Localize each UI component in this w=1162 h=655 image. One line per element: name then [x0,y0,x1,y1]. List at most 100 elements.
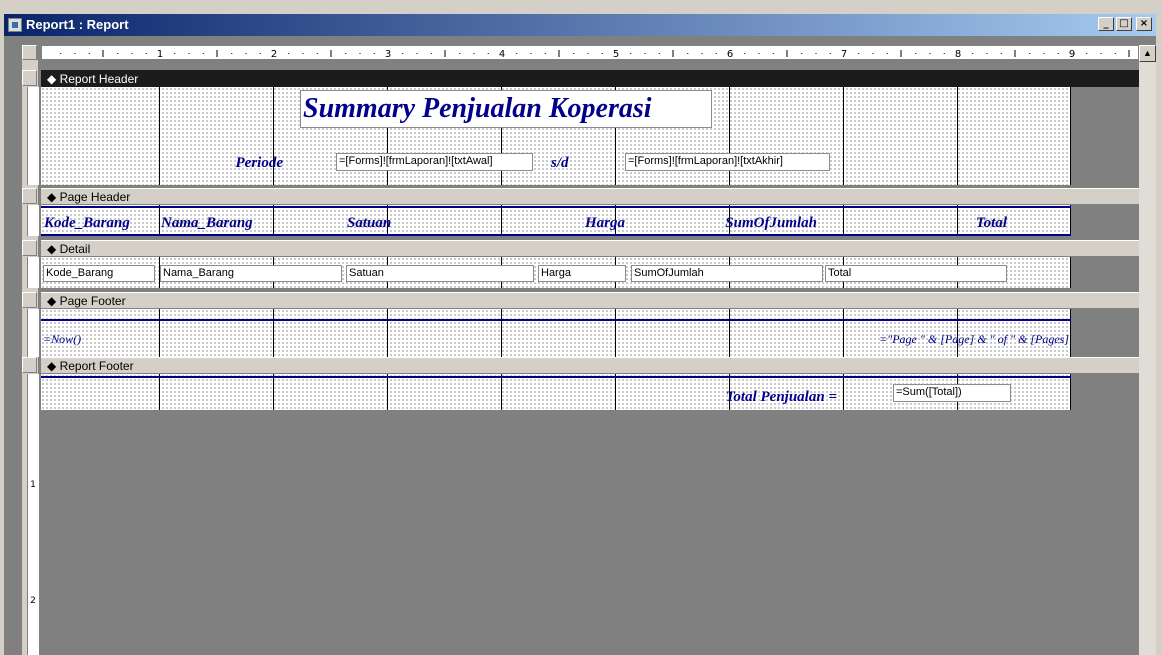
report-header-selector[interactable] [22,70,37,86]
end-date-field[interactable]: =[Forms]![frmLaporan]![txtAkhir] [625,153,830,171]
ruler-dot [644,53,646,54]
ruler-dot [145,53,147,54]
page-number-field[interactable]: ="Page " & [Page] & " of " & [Pages] [691,331,1069,347]
grid-line [159,309,160,357]
grid-line [957,87,958,185]
total-penjualan-label[interactable]: Total Penjualan = [691,387,837,407]
now-field[interactable]: =Now() [43,331,155,347]
section-arrow-icon: ◆ [47,72,60,86]
minimize-button[interactable]: _ [1098,17,1114,31]
ruler-number: 3 [385,49,391,60]
grid-line [615,374,616,410]
grid-line [843,374,844,410]
report-selector[interactable] [22,45,37,60]
sd-label[interactable]: s/d [551,153,585,173]
report-header-bar[interactable]: ◆ Report Header [41,70,1139,87]
report-footer-bar[interactable]: ◆ Report Footer [41,357,1139,374]
detail-label: Detail [59,242,91,256]
periode-label[interactable]: Periode [219,153,283,173]
page-header-bar[interactable]: ◆ Page Header [41,188,1139,205]
scroll-up-arrow-icon[interactable]: ▲ [1139,45,1156,62]
vertical-ruler-segment: 1 2 [27,374,39,655]
col-header-sumofjumlah[interactable]: SumOfJumlah [681,213,817,233]
ruler-dot [886,53,888,54]
maximize-button[interactable]: □ [1116,17,1132,31]
detail-band[interactable]: Kode_Barang Nama_Barang Satuan Harga Sum… [41,257,1071,288]
ruler-dot [986,53,988,54]
col-header-nama-barang[interactable]: Nama_Barang [161,213,279,233]
report-footer-band[interactable]: Total Penjualan = =Sum([Total]) [41,374,1071,410]
detail-selector[interactable] [22,240,37,256]
col-header-harga[interactable]: Harga [539,213,625,233]
vertical-scrollbar[interactable]: ▲ [1139,45,1156,655]
grid-line [387,309,388,357]
field-satuan[interactable]: Satuan [346,265,534,282]
page-header-selector[interactable] [22,188,37,204]
col-header-kode-barang[interactable]: Kode_Barang [44,213,156,233]
grid-line [615,309,616,357]
ruler-dot [715,53,717,54]
field-total[interactable]: Total [825,265,1007,282]
page-header-band[interactable]: Kode_Barang Nama_Barang Satuan Harga Sum… [41,205,1071,236]
ruler-dot [202,53,204,54]
page-footer-bar[interactable]: ◆ Page Footer [41,292,1139,309]
ruler-dot [1000,53,1002,54]
ruler-dot [1029,53,1031,54]
section-arrow-icon: ◆ [47,190,60,204]
report-footer-selector[interactable] [22,357,37,373]
close-button[interactable]: × [1136,17,1152,31]
vertical-ruler-number: 2 [30,596,36,606]
ruler-number: 4 [499,49,505,60]
ruler-dot [416,53,418,54]
section-arrow-icon: ◆ [47,294,60,308]
page-footer-label: Page Footer [59,294,126,308]
footer-top-line [41,319,1071,321]
ruler-dot [131,53,133,54]
grid-line [159,87,160,185]
sum-total-field[interactable]: =Sum([Total]) [893,384,1011,402]
field-harga[interactable]: Harga [538,265,626,282]
ruler-dot [872,53,874,54]
field-sumofjumlah[interactable]: SumOfJumlah [631,265,823,282]
section-arrow-icon: ◆ [47,359,60,373]
ruler-dot [245,53,247,54]
ruler-dot [1114,53,1116,54]
start-date-field[interactable]: =[Forms]![frmLaporan]![txtAwal] [336,153,533,171]
grid-line [159,374,160,410]
ruler-number: 8 [955,49,961,60]
field-kode-barang[interactable]: Kode_Barang [43,265,155,282]
grid-line [159,205,160,236]
grid-line [501,309,502,357]
horizontal-ruler[interactable]: 1 2 3 4 5 6 7 8 9 [41,45,1139,60]
ruler-dot [915,53,917,54]
ruler-dot [701,53,703,54]
field-nama-barang[interactable]: Nama_Barang [160,265,342,282]
report-footer-label: Report Footer [59,359,134,373]
detail-bar[interactable]: ◆ Detail [41,240,1139,257]
ruler-dot [829,53,831,54]
report-title-label[interactable]: Summary Penjualan Koperasi [300,90,712,128]
ruler-dot [302,53,304,54]
vertical-ruler-number: 1 [30,480,36,490]
ruler-dot [929,53,931,54]
ruler-dot [473,53,475,54]
ruler-dot [402,53,404,54]
vertical-ruler-segment [27,205,39,236]
ruler-dot [231,53,233,54]
ruler-dot [658,53,660,54]
ruler-number: 1 [157,49,163,60]
window-title: Report1 : Report [26,17,129,32]
title-bar[interactable]: Report1 : Report _ □ × [4,14,1156,36]
grid-line [843,87,844,185]
ruler-dot [459,53,461,54]
col-header-satuan[interactable]: Satuan [347,213,407,233]
col-header-total[interactable]: Total [941,213,1007,233]
ruler-dot [687,53,689,54]
section-arrow-icon: ◆ [47,242,60,256]
header-top-line [41,206,1071,208]
page-footer-band[interactable]: =Now() ="Page " & [Page] & " of " & [Pag… [41,309,1071,357]
ruler-dot [587,53,589,54]
page-footer-selector[interactable] [22,292,37,308]
page-header-label: Page Header [59,190,131,204]
report-header-band[interactable]: Summary Penjualan Koperasi Periode =[For… [41,87,1071,185]
